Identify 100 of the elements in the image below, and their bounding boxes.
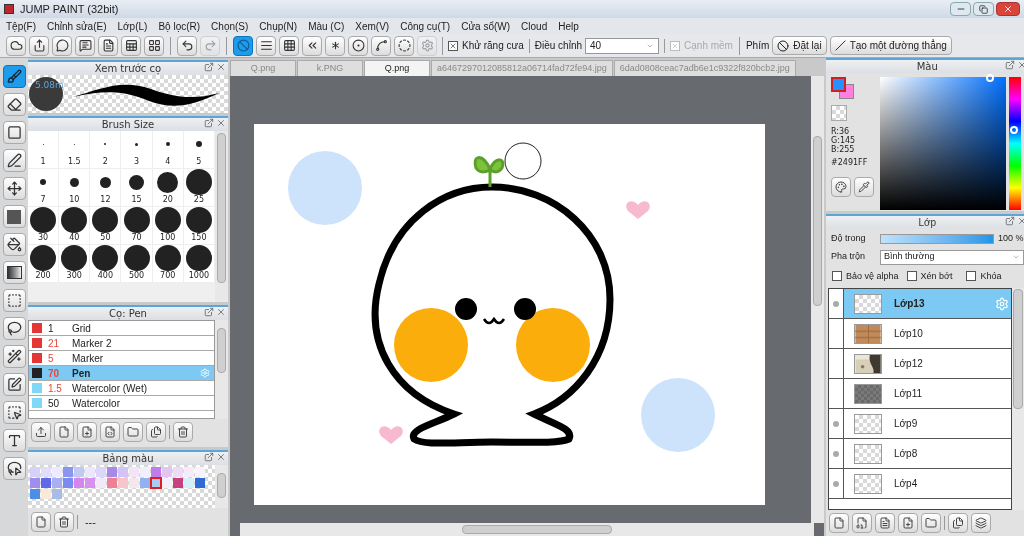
undock-icon[interactable] (204, 62, 214, 72)
layer-option-checkbox[interactable]: Bảo vệ alpha (832, 269, 899, 283)
brush-size-option[interactable]: 200 (28, 245, 60, 283)
grid-lines-button[interactable] (279, 35, 299, 56)
palette-swatch[interactable] (51, 466, 62, 477)
new-brush-button[interactable] (54, 422, 74, 442)
lasso-tool[interactable] (2, 317, 26, 340)
brush-list-item[interactable]: 1.5 Watercolor (Wet) (29, 381, 214, 396)
brush-size-option[interactable]: 500 (121, 245, 153, 283)
palette-swatch[interactable] (40, 477, 51, 488)
scrollbar[interactable] (215, 320, 228, 419)
palette-swatch[interactable] (161, 466, 172, 477)
speech-bubble-button[interactable] (52, 35, 72, 56)
palette-swatch[interactable] (84, 466, 95, 477)
new-layer-button[interactable] (829, 513, 849, 533)
message-button[interactable] (75, 35, 95, 56)
menu-item[interactable]: Chọn(S) (211, 18, 249, 34)
palette-swatch[interactable] (139, 466, 150, 477)
palette-swatch[interactable] (51, 488, 62, 499)
radial-lines-button[interactable] (325, 35, 345, 56)
table-button[interactable] (121, 35, 141, 56)
lasso-pointer-tool[interactable] (2, 457, 26, 480)
palette-swatch[interactable] (73, 466, 84, 477)
scrollbar[interactable] (215, 465, 228, 508)
palette-swatch[interactable] (150, 466, 161, 477)
brush-size-option[interactable]: 5 (183, 131, 215, 169)
palette-swatch[interactable] (29, 488, 40, 499)
palette-swatch[interactable] (29, 466, 40, 477)
brush-size-option[interactable]: 15 (121, 169, 153, 207)
delete-button[interactable] (173, 422, 193, 442)
palette-swatch[interactable] (161, 477, 172, 488)
checkbox[interactable] (832, 271, 842, 282)
brush-size-option[interactable]: 700 (152, 245, 184, 283)
palette-swatch[interactable] (40, 488, 51, 499)
brush-tool[interactable] (2, 65, 26, 88)
scrollbar[interactable] (811, 76, 824, 523)
document-button[interactable] (98, 35, 118, 56)
blend-mode-dropdown[interactable]: Bình thường (880, 249, 1024, 265)
brush-size-option[interactable]: 1 (28, 131, 60, 169)
menu-item[interactable]: Cloud (521, 18, 548, 34)
scrollbar[interactable] (1012, 288, 1024, 510)
delete-button[interactable] (54, 512, 74, 532)
palette-swatch[interactable] (150, 477, 161, 488)
magic-wand-tool[interactable] (2, 345, 26, 368)
new-layer-8bit-button[interactable] (852, 513, 872, 533)
undo-button[interactable] (177, 35, 197, 56)
palette-swatch[interactable] (183, 466, 194, 477)
close-icon[interactable] (216, 452, 226, 462)
palette-swatch[interactable] (106, 466, 117, 477)
brush-size-option[interactable]: 25 (183, 169, 215, 207)
brush-size-option[interactable]: 70 (121, 207, 153, 245)
palette-swatch[interactable] (40, 466, 51, 477)
no-symbol-button[interactable] (233, 35, 253, 56)
selection-pen-tool[interactable] (2, 373, 26, 396)
palette-swatch[interactable] (95, 466, 106, 477)
undock-icon[interactable] (204, 307, 214, 317)
new-layer-1bit-button[interactable] (875, 513, 895, 533)
filled-square-tool[interactable] (2, 205, 26, 228)
straight-line-button[interactable]: Tạo một đường thẳng (829, 36, 952, 55)
add-layer-button[interactable] (898, 513, 918, 533)
brush-list-item[interactable]: 1 Grid (29, 321, 214, 336)
move-tool[interactable] (2, 177, 26, 200)
layer-row[interactable]: Lớp11 (829, 379, 1011, 409)
layer-row[interactable]: Lớp4 (829, 469, 1011, 499)
curve-button[interactable] (371, 35, 391, 56)
parallel-lines-button[interactable] (256, 35, 276, 56)
brush-list-item[interactable]: 5 Marker (29, 351, 214, 366)
menu-item[interactable]: Chỉnh sửa(E) (47, 18, 107, 34)
hue-bar[interactable] (1009, 77, 1021, 210)
menu-item[interactable]: Cửa sổ(W) (461, 18, 511, 34)
undock-icon[interactable] (1004, 216, 1015, 226)
close-icon[interactable] (1016, 60, 1024, 70)
opacity-slider[interactable] (880, 233, 994, 244)
palette-swatch[interactable] (139, 477, 150, 488)
reset-button[interactable]: Đặt lại (772, 36, 827, 55)
palette-swatch[interactable] (117, 466, 128, 477)
brush-size-option[interactable]: 3 (121, 131, 153, 169)
menu-item[interactable]: Xem(V) (355, 18, 390, 34)
brush-size-option[interactable]: 7 (28, 169, 60, 207)
brush-list-item[interactable]: 50 Watercolor (29, 396, 214, 411)
selection-tool[interactable] (2, 289, 26, 312)
minimize-button[interactable] (950, 2, 971, 16)
brush-settings-button[interactable] (100, 422, 120, 442)
brush-size-option[interactable]: 300 (59, 245, 91, 283)
merge-layer-button[interactable] (971, 513, 991, 533)
close-icon[interactable] (216, 62, 226, 72)
adjust-dropdown[interactable]: 40 (585, 37, 660, 54)
color-picker-button[interactable] (854, 177, 874, 197)
close-icon[interactable] (216, 307, 226, 317)
palette-swatch[interactable] (128, 477, 139, 488)
saturation-value-square[interactable] (880, 77, 1006, 210)
brush-size-option[interactable]: 400 (90, 245, 122, 283)
palette-swatch[interactable] (95, 477, 106, 488)
share-button[interactable] (29, 35, 49, 56)
scrollbar[interactable] (215, 131, 228, 302)
brush-list-item[interactable]: 70 Pen (29, 366, 214, 381)
palette-swatch[interactable] (106, 477, 117, 488)
checkbox[interactable] (906, 271, 917, 282)
brush-size-option[interactable]: 150 (183, 207, 215, 245)
checkbox[interactable] (966, 271, 977, 282)
